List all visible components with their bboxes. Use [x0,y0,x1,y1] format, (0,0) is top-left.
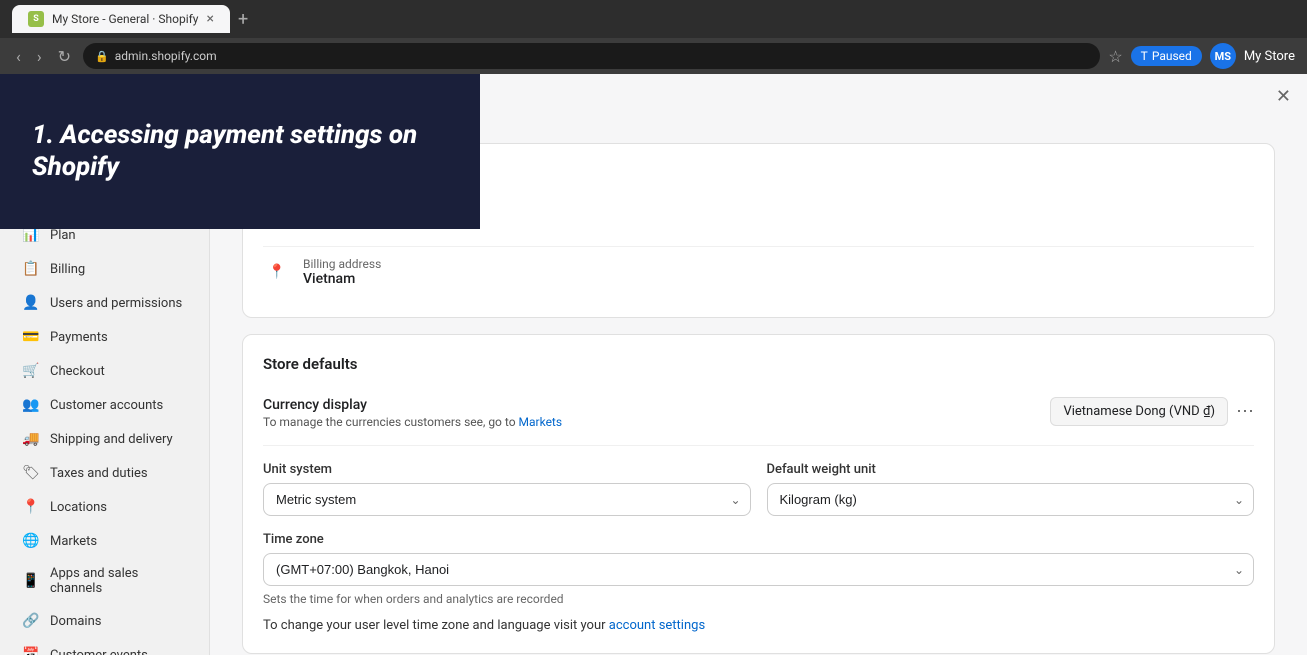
lock-icon: 🔒 [95,50,109,63]
timezone-hint: Sets the time for when orders and analyt… [263,592,1254,606]
close-button[interactable]: ✕ [1276,86,1291,107]
back-button[interactable]: ‹ [12,43,25,70]
paused-label: Paused [1152,49,1192,63]
sidebar-item-label-users: Users and permissions [50,296,182,311]
store-defaults-title: Store defaults [263,355,1254,373]
address-bar[interactable]: 🔒 admin.shopify.com [83,43,1100,69]
sidebar-item-label-domains: Domains [50,614,101,629]
video-overlay: 1. Accessing payment settings on Shopify [0,74,480,229]
timezone-label: Time zone [263,532,1254,547]
currency-display-sub: To manage the currencies customers see, … [263,415,562,429]
store-defaults-card: Store defaults Currency display To manag… [242,334,1275,654]
sidebar-item-taxes[interactable]: 🏷 Taxes and duties [6,456,203,490]
sidebar-item-shipping[interactable]: 🚚 Shipping and delivery [6,422,203,456]
location-icon: 📍 [263,258,291,286]
customer-events-icon: 📅 [22,646,40,655]
sidebar-item-label-checkout: Checkout [50,364,105,379]
customer-accounts-icon: 👥 [22,396,40,414]
billing-icon: 📋 [22,260,40,278]
browser-tab[interactable]: S My Store - General · Shopify × [12,5,230,33]
sidebar-item-label-customer-accounts: Customer accounts [50,398,163,413]
markets-icon: 🌐 [22,532,40,550]
timezone-group: Time zone (GMT+07:00) Bangkok, Hanoi ⌄ S… [263,532,1254,606]
new-tab-button[interactable]: + [238,9,248,30]
sidebar-item-markets[interactable]: 🌐 Markets [6,524,203,558]
currency-right: Vietnamese Dong (VND ₫) ⋯ [1050,397,1254,426]
sidebar-item-checkout[interactable]: 🛒 Checkout [6,354,203,388]
sidebar-item-customer-events[interactable]: 📅 Customer events [6,638,203,655]
sidebar-item-billing[interactable]: 📋 Billing [6,252,203,286]
forward-button[interactable]: › [33,43,46,70]
weight-unit-select[interactable]: Kilogram (kg) Pound (lb) Gram (g) [767,483,1255,516]
unit-system-group: Unit system Metric system Imperial syste… [263,462,751,516]
billing-value: Vietnam [303,271,381,287]
payments-icon: 💳 [22,328,40,346]
sidebar-item-apps-channels[interactable]: 📱 Apps and sales channels [6,558,203,604]
unit-weight-row: Unit system Metric system Imperial syste… [263,462,1254,516]
sidebar-item-locations[interactable]: 📍 Locations [6,490,203,524]
app-layout: 1. Accessing payment settings on Shopify… [0,74,1307,655]
sidebar-item-label-apps-channels: Apps and sales channels [50,566,187,596]
sidebar-item-payments[interactable]: 💳 Payments [6,320,203,354]
apps-channels-icon: 📱 [22,572,40,590]
billing-label: Billing address [303,257,381,271]
shipping-icon: 🚚 [22,430,40,448]
billing-address-row: 📍 Billing address Vietnam [263,247,1254,297]
currency-info: Currency display To manage the currencie… [263,397,562,429]
more-options-button[interactable]: ⋯ [1236,401,1254,422]
unit-system-select-wrapper: Metric system Imperial system ⌄ [263,483,751,516]
markets-link[interactable]: Markets [519,415,563,429]
sidebar-item-label-customer-events: Customer events [50,648,148,655]
sidebar-item-label-shipping: Shipping and delivery [50,432,173,447]
sidebar-item-label-plan: Plan [50,228,76,243]
currency-display-label: Currency display [263,397,562,413]
tab-close-btn[interactable]: × [206,11,213,27]
tab-title: My Store - General · Shopify [52,12,198,26]
weight-unit-select-wrapper: Kilogram (kg) Pound (lb) Gram (g) ⌄ [767,483,1255,516]
address-text: admin.shopify.com [115,49,217,63]
sidebar-item-customer-accounts[interactable]: 👥 Customer accounts [6,388,203,422]
weight-unit-label: Default weight unit [767,462,1255,477]
sidebar-item-label-payments: Payments [50,330,108,345]
account-settings-link[interactable]: account settings [609,618,705,633]
checkout-icon: 🛒 [22,362,40,380]
sidebar-item-users[interactable]: 👤 Users and permissions [6,286,203,320]
billing-info: Billing address Vietnam [303,257,381,287]
sidebar-item-label-taxes: Taxes and duties [50,466,148,481]
sidebar-item-label-locations: Locations [50,500,107,515]
sidebar-item-label-billing: Billing [50,262,85,277]
bookmark-button[interactable]: ☆ [1108,47,1122,66]
users-icon: 👤 [22,294,40,312]
sidebar-item-label-markets: Markets [50,534,97,549]
reload-button[interactable]: ↻ [54,43,75,70]
taxes-icon: 🏷 [22,464,40,482]
nav-items-container: ⊞General📊Plan📋Billing👤Users and permissi… [0,184,209,655]
unit-system-label: Unit system [263,462,751,477]
store-name-header: My Store [1244,49,1295,64]
domains-icon: 🔗 [22,612,40,630]
sidebar-item-domains[interactable]: 🔗 Domains [6,604,203,638]
timezone-select[interactable]: (GMT+07:00) Bangkok, Hanoi [263,553,1254,586]
video-title: 1. Accessing payment settings on Shopify [32,120,448,182]
weight-unit-group: Default weight unit Kilogram (kg) Pound … [767,462,1255,516]
currency-display-row: Currency display To manage the currencie… [263,389,1254,446]
user-avatar[interactable]: MS [1210,43,1236,69]
locations-icon: 📍 [22,498,40,516]
unit-system-select[interactable]: Metric system Imperial system [263,483,751,516]
address-bar-row: ‹ › ↻ 🔒 admin.shopify.com ☆ T Paused MS … [0,38,1307,74]
timezone-select-wrapper: (GMT+07:00) Bangkok, Hanoi ⌄ [263,553,1254,586]
currency-value: Vietnamese Dong (VND ₫) [1050,397,1228,426]
browser-chrome: S My Store - General · Shopify × + [0,0,1307,38]
tab-favicon: S [28,11,44,27]
paused-button[interactable]: T Paused [1131,46,1202,66]
account-settings-text: To change your user level time zone and … [263,618,1254,633]
paused-avatar: T [1141,49,1148,63]
